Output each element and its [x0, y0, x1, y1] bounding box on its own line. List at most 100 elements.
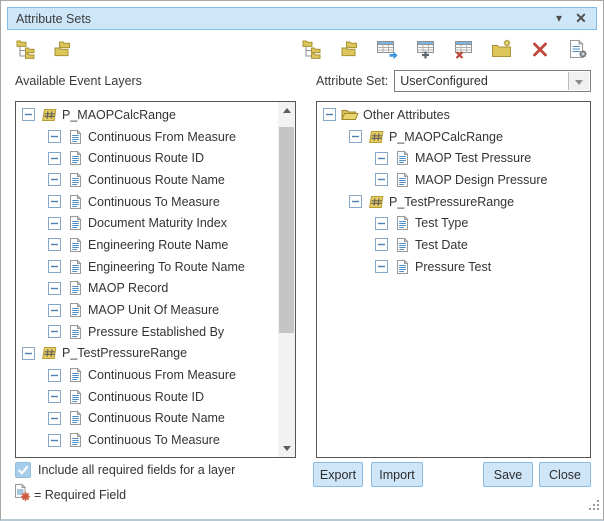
- collapse-minus-icon[interactable]: [375, 173, 388, 186]
- doc-icon: [393, 259, 411, 275]
- open-set-folders-icon[interactable]: [338, 38, 362, 60]
- export-button[interactable]: Export: [313, 462, 363, 487]
- collapse-minus-icon[interactable]: [48, 369, 61, 382]
- collapse-minus-icon[interactable]: [48, 434, 61, 447]
- tree-item-other-attributes[interactable]: Other Attributes: [317, 104, 590, 126]
- window-title: Attribute Sets: [8, 12, 91, 26]
- tree-item-continuous-route-name[interactable]: Continuous Route Name: [16, 169, 295, 191]
- attribute-sets-dialog: Attribute Sets ▾ ✕ Available Event Layer…: [0, 0, 604, 521]
- attribute-set-label: Attribute Set:: [316, 74, 388, 88]
- collapse-minus-icon[interactable]: [349, 195, 362, 208]
- collapse-minus-icon[interactable]: [375, 152, 388, 165]
- tree-item-label: Continuous Route Name: [88, 411, 225, 425]
- available-layers-tree: P_MAOPCalcRangeContinuous From MeasureCo…: [16, 102, 295, 451]
- doc-icon: [393, 150, 411, 166]
- collapse-minus-icon[interactable]: [48, 304, 61, 317]
- scroll-down-icon[interactable]: [278, 440, 295, 457]
- tree-item-continuous-to-measure[interactable]: Continuous To Measure: [16, 429, 295, 451]
- tree-item-pressure-established-by[interactable]: Pressure Established By: [16, 321, 295, 343]
- tree-item-maop-design-pressure[interactable]: MAOP Design Pressure: [317, 169, 590, 191]
- expand-set-tree-icon[interactable]: [300, 38, 324, 60]
- collapse-minus-icon[interactable]: [48, 325, 61, 338]
- tree-item-p-testpressurerange[interactable]: P_TestPressureRange: [317, 191, 590, 213]
- collapse-minus-icon[interactable]: [349, 130, 362, 143]
- tree-item-test-type[interactable]: Test Type: [317, 212, 590, 234]
- tree-item-document-maturity-index[interactable]: Document Maturity Index: [16, 212, 295, 234]
- tree-item-p-testpressurerange[interactable]: P_TestPressureRange: [16, 343, 295, 365]
- tree-item-p-maopcalcrange[interactable]: P_MAOPCalcRange: [317, 126, 590, 148]
- tree-item-engineering-to-route-name[interactable]: Engineering To Route Name: [16, 256, 295, 278]
- collapse-minus-icon[interactable]: [48, 282, 61, 295]
- close-icon[interactable]: ✕: [570, 8, 592, 29]
- expand-layer-tree-icon[interactable]: [14, 38, 38, 60]
- new-attribute-set-icon[interactable]: [490, 38, 514, 60]
- collapse-minus-icon[interactable]: [48, 152, 61, 165]
- collapse-minus-icon[interactable]: [22, 347, 35, 360]
- tree-item-maop-record[interactable]: MAOP Record: [16, 278, 295, 300]
- collapse-minus-icon[interactable]: [48, 173, 61, 186]
- attribute-set-panel: Other AttributesP_MAOPCalcRange MAOP Test…: [316, 101, 591, 458]
- tree-item-engineering-route-name[interactable]: Engineering Route Name: [16, 234, 295, 256]
- attribute-set-row: Attribute Set: UserConfigured: [316, 70, 591, 92]
- tree-item-test-date[interactable]: Test Date: [317, 234, 590, 256]
- title-bar: Attribute Sets ▾ ✕: [7, 7, 597, 30]
- collapse-minus-icon[interactable]: [375, 217, 388, 230]
- tree-item-pressure-test[interactable]: Pressure Test: [317, 256, 590, 278]
- attribute-set-properties-icon[interactable]: [566, 38, 590, 60]
- collapse-minus-icon[interactable]: [48, 238, 61, 251]
- doc-icon: [66, 302, 84, 318]
- collapse-minus-icon[interactable]: [22, 108, 35, 121]
- tree-item-label: Continuous Route ID: [88, 390, 204, 404]
- collapse-minus-icon[interactable]: [323, 108, 336, 121]
- available-event-layers-panel: P_MAOPCalcRangeContinuous From MeasureCo…: [15, 101, 296, 458]
- vertical-scrollbar[interactable]: [278, 102, 295, 457]
- dropdown-button[interactable]: [568, 72, 589, 90]
- attribute-set-dropdown[interactable]: UserConfigured: [394, 70, 591, 92]
- collapse-minus-icon[interactable]: [48, 260, 61, 273]
- collapse-minus-icon[interactable]: [48, 217, 61, 230]
- include-required-checkbox[interactable]: [15, 462, 31, 478]
- tree-item-label: Pressure Test: [415, 260, 491, 274]
- doc-icon: [66, 367, 84, 383]
- collapse-minus-icon[interactable]: [375, 260, 388, 273]
- tree-item-label: Pressure Established By: [88, 325, 224, 339]
- collapse-minus-icon[interactable]: [48, 130, 61, 143]
- remove-table-icon[interactable]: [452, 38, 476, 60]
- collapse-minus-icon[interactable]: [375, 238, 388, 251]
- tree-item-continuous-route-id[interactable]: Continuous Route ID: [16, 386, 295, 408]
- tree-item-p-maopcalcrange[interactable]: P_MAOPCalcRange: [16, 104, 295, 126]
- scroll-up-icon[interactable]: [278, 102, 295, 119]
- doc-icon: [66, 280, 84, 296]
- delete-attribute-set-icon[interactable]: [528, 38, 552, 60]
- tree-item-continuous-to-measure[interactable]: Continuous To Measure: [16, 191, 295, 213]
- tree-item-continuous-from-measure[interactable]: Continuous From Measure: [16, 364, 295, 386]
- tree-item-maop-unit-of-measure[interactable]: MAOP Unit Of Measure: [16, 299, 295, 321]
- include-required-label: Include all required fields for a layer: [38, 463, 235, 477]
- export-table-icon[interactable]: [376, 38, 400, 60]
- tree-item-label: MAOP Test Pressure: [415, 151, 531, 165]
- doc-icon: [66, 215, 84, 231]
- import-button[interactable]: Import: [371, 462, 423, 487]
- tree-item-label: MAOP Record: [88, 281, 168, 295]
- doc-icon: [66, 237, 84, 253]
- doc-icon: [66, 432, 84, 448]
- tree-item-label: Continuous To Measure: [88, 433, 220, 447]
- collapse-panel-icon[interactable]: ▾: [548, 8, 570, 29]
- doc-icon: [66, 410, 84, 426]
- tree-item-continuous-from-measure[interactable]: Continuous From Measure: [16, 126, 295, 148]
- add-table-icon[interactable]: [414, 38, 438, 60]
- close-button[interactable]: Close: [539, 462, 591, 487]
- save-button[interactable]: Save: [483, 462, 533, 487]
- collapse-minus-icon[interactable]: [48, 195, 61, 208]
- tree-item-continuous-route-name[interactable]: Continuous Route Name: [16, 408, 295, 430]
- scrollbar-thumb[interactable]: [279, 127, 294, 333]
- collapse-minus-icon[interactable]: [48, 390, 61, 403]
- collapse-minus-icon[interactable]: [48, 412, 61, 425]
- resize-grip[interactable]: [588, 498, 600, 516]
- tree-item-continuous-route-id[interactable]: Continuous Route ID: [16, 147, 295, 169]
- open-layer-folders-icon[interactable]: [51, 38, 75, 60]
- layers-toolbar: [14, 38, 75, 60]
- doc-icon: [393, 215, 411, 231]
- tree-item-maop-test-pressure[interactable]: MAOP Test Pressure: [317, 147, 590, 169]
- doc-icon: [393, 237, 411, 253]
